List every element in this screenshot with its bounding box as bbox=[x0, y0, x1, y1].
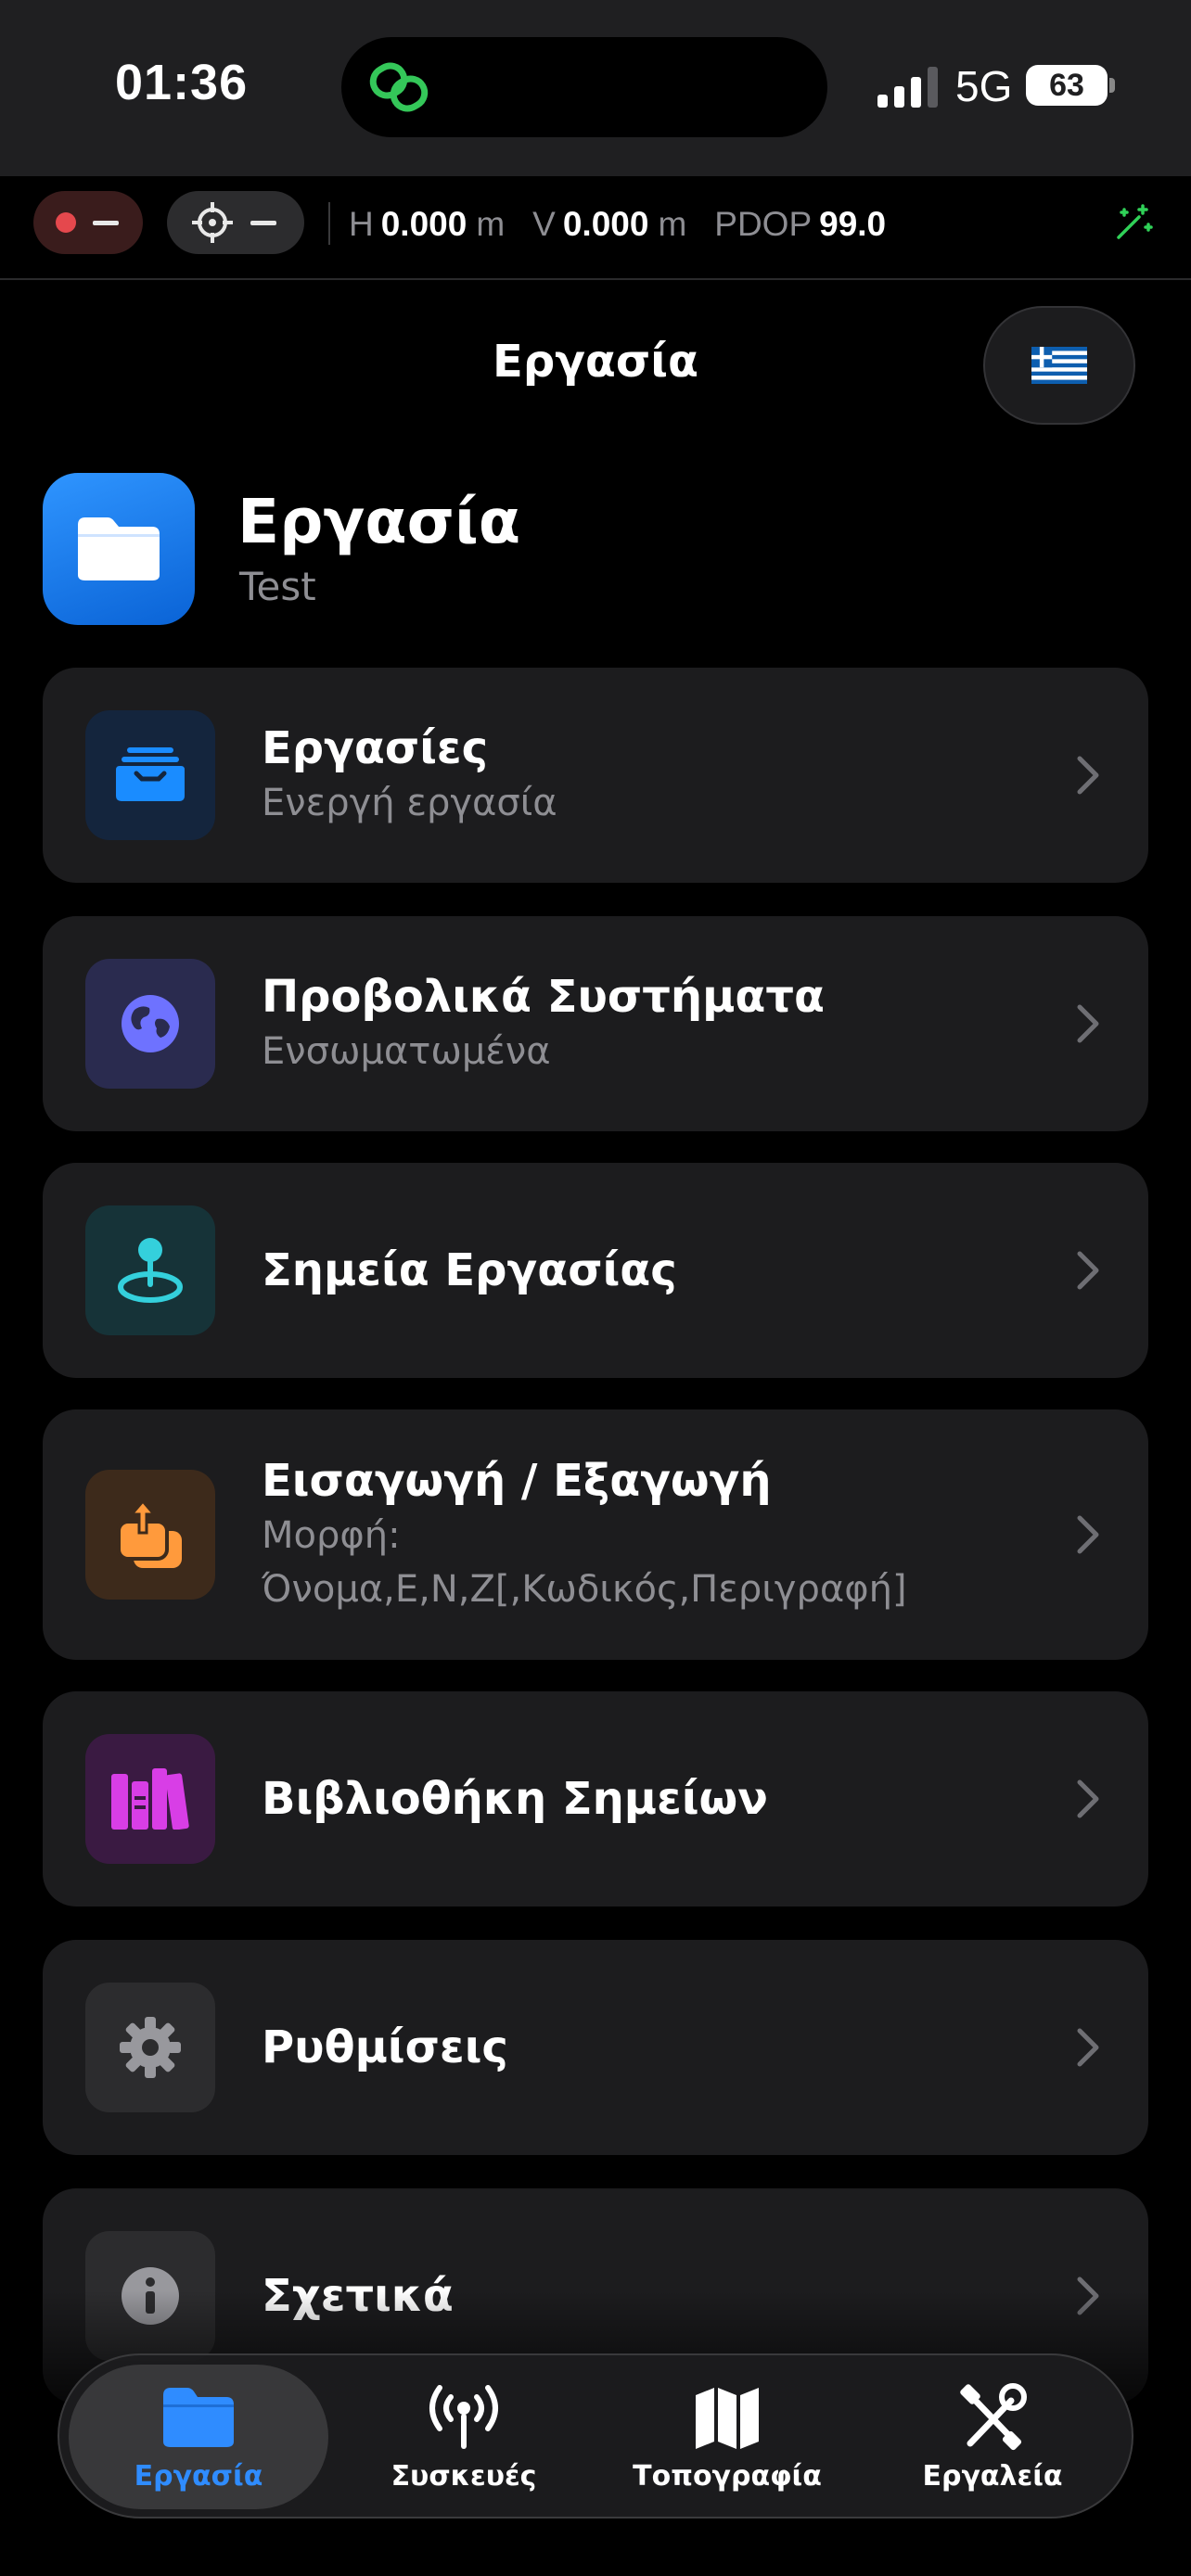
chevron-right-icon bbox=[1077, 1004, 1099, 1043]
tab-label: Συσκευές bbox=[391, 2459, 537, 2493]
import-export-icon bbox=[117, 1498, 182, 1568]
tab-label: Εργασία bbox=[134, 2459, 263, 2493]
fix-status-dash bbox=[250, 220, 276, 225]
menu-item-import-export[interactable]: Εισαγωγή / Εξαγωγή Μορφή: Όνομα,E,N,Z[,Κ… bbox=[43, 1409, 1148, 1660]
hero-title: Εργασία bbox=[237, 486, 521, 557]
job-folder-icon bbox=[43, 473, 195, 625]
recording-status-dash bbox=[93, 220, 119, 225]
tab-bar: Εργασία Συσκευές Τοπογραφία Εργαλεία bbox=[58, 2353, 1133, 2519]
crosshair-icon bbox=[192, 202, 233, 243]
language-button[interactable] bbox=[983, 306, 1135, 425]
projections-icon-tile bbox=[85, 959, 215, 1089]
card-text: Εργασίες Ενεργή εργασία bbox=[262, 668, 1022, 883]
tray-icon bbox=[116, 747, 185, 801]
h-unit: m bbox=[476, 205, 506, 243]
card-title: Προβολικά Συστήματα bbox=[262, 971, 826, 1023]
card-title: Εργασίες bbox=[262, 722, 489, 774]
chevron-right-icon bbox=[1077, 756, 1099, 795]
menu-item-point-library[interactable]: Βιβλιοθήκη Σημείων bbox=[43, 1691, 1148, 1906]
tab-devices[interactable]: Συσκευές bbox=[334, 2365, 594, 2509]
gear-icon bbox=[120, 2017, 181, 2078]
status-bar: 01:36 5G 63 bbox=[0, 0, 1191, 176]
tab-label: Εργαλεία bbox=[922, 2459, 1063, 2493]
card-title: Εισαγωγή / Εξαγωγή bbox=[262, 1455, 772, 1507]
link-icon bbox=[369, 62, 429, 112]
v-label: V bbox=[532, 205, 556, 243]
job-points-icon-tile bbox=[85, 1205, 215, 1335]
menu-item-jobs[interactable]: Εργασίες Ενεργή εργασία bbox=[43, 668, 1148, 883]
tab-job[interactable]: Εργασία bbox=[69, 2365, 328, 2509]
battery-icon: 63 bbox=[1026, 65, 1108, 106]
toolbar-separator bbox=[328, 202, 330, 245]
map-icon bbox=[696, 2387, 759, 2449]
pdop-value: 99.0 bbox=[819, 205, 887, 243]
dynamic-island bbox=[341, 37, 827, 137]
globe-icon bbox=[122, 995, 179, 1052]
battery-terminal bbox=[1109, 78, 1115, 93]
books-icon bbox=[111, 1768, 189, 1830]
chevron-right-icon bbox=[1077, 2028, 1099, 2067]
record-dot-icon bbox=[56, 212, 76, 233]
tab-topography[interactable]: Τοπογραφία bbox=[597, 2365, 857, 2509]
chevron-right-icon bbox=[1077, 1251, 1099, 1290]
point-library-icon-tile bbox=[85, 1734, 215, 1864]
card-subtitle: Μορφή: bbox=[262, 1514, 401, 1557]
card-title: Βιβλιοθήκη Σημείων bbox=[262, 1773, 768, 1825]
card-text: Σημεία Εργασίας bbox=[262, 1163, 1022, 1378]
card-title: Ρυθμίσεις bbox=[262, 2021, 508, 2073]
hero-subtitle: Test bbox=[239, 564, 316, 609]
card-text: Βιβλιοθήκη Σημείων bbox=[262, 1691, 1022, 1906]
card-text: Προβολικά Συστήματα Ενσωματωμένα bbox=[262, 916, 1022, 1131]
chevron-right-icon bbox=[1077, 1515, 1099, 1554]
fix-status-button[interactable] bbox=[167, 191, 304, 254]
greek-flag-icon bbox=[1031, 347, 1087, 384]
h-value: 0.000 bbox=[380, 205, 467, 243]
tab-label: Τοπογραφία bbox=[633, 2459, 822, 2493]
precision-readout: H 0.000 m V 0.000 m PDOP 99.0 bbox=[349, 200, 895, 249]
magic-wand-icon[interactable] bbox=[1113, 202, 1154, 243]
tab-tools[interactable]: Εργαλεία bbox=[863, 2365, 1122, 2509]
card-subtitle: Ενεργή εργασία bbox=[262, 782, 557, 824]
menu-item-job-points[interactable]: Σημεία Εργασίας bbox=[43, 1163, 1148, 1378]
menu-item-settings[interactable]: Ρυθμίσεις bbox=[43, 1940, 1148, 2155]
tools-icon bbox=[960, 2382, 1027, 2450]
card-text: Εισαγωγή / Εξαγωγή Μορφή: Όνομα,E,N,Z[,Κ… bbox=[262, 1409, 1022, 1660]
battery-level: 63 bbox=[1049, 67, 1084, 103]
card-subtitle-format: Όνομα,E,N,Z[,Κωδικός,Περιγραφή] bbox=[262, 1568, 907, 1611]
card-title: Σημεία Εργασίας bbox=[262, 1244, 677, 1296]
folder-icon bbox=[163, 2387, 234, 2447]
v-unit: m bbox=[658, 205, 687, 243]
card-subtitle: Ενσωματωμένα bbox=[262, 1030, 551, 1073]
recording-status-button[interactable] bbox=[33, 191, 143, 254]
folder-icon bbox=[78, 517, 160, 580]
import-export-icon-tile bbox=[85, 1470, 215, 1600]
jobs-icon-tile bbox=[85, 710, 215, 840]
status-time: 01:36 bbox=[115, 55, 249, 110]
app-screen: 01:36 5G 63 H 0.000 m V 0.000 m PDOP 99.… bbox=[0, 0, 1191, 2576]
toolbar-divider bbox=[0, 278, 1191, 280]
h-label: H bbox=[349, 205, 374, 243]
settings-icon-tile bbox=[85, 1983, 215, 2112]
card-text: Ρυθμίσεις bbox=[262, 1940, 1022, 2155]
menu-item-projections[interactable]: Προβολικά Συστήματα Ενσωματωμένα bbox=[43, 916, 1148, 1131]
v-value: 0.000 bbox=[562, 205, 649, 243]
chevron-right-icon bbox=[1077, 1779, 1099, 1818]
map-pin-icon bbox=[118, 1238, 183, 1303]
network-type: 5G bbox=[955, 62, 1013, 110]
antenna-icon bbox=[429, 2384, 498, 2449]
pdop-label: PDOP bbox=[714, 205, 813, 243]
cellular-signal-icon bbox=[877, 67, 938, 108]
